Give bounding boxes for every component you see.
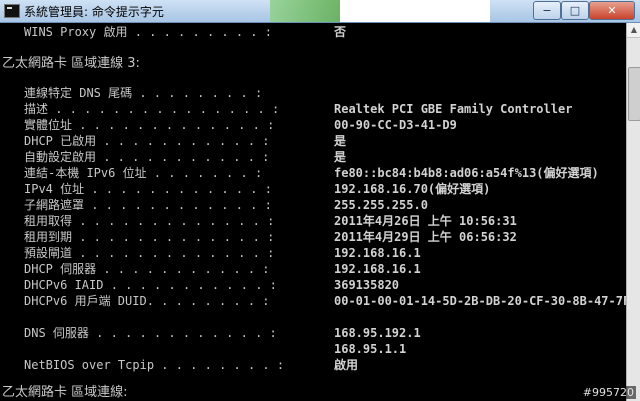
property-label: DHCP 伺服器 . . . . . . . . . . . : [24,262,270,276]
close-button[interactable]: ✕ [589,1,635,20]
console-icon [4,4,20,18]
console-line: 描述 . . . . . . . . . . . . . . . : Realte… [24,101,572,117]
property-label: DHCPv6 IAID . . . . . . . . . . . : [24,278,277,292]
property-value: 是 [334,150,347,164]
property-label: NetBIOS over Tcpip . . . . . . . . : [24,358,285,372]
console-line: DHCPv6 IAID . . . . . . . . . . . : 36913… [24,277,399,293]
property-label: 子網路遮罩 . . . . . . . . . . . . : [24,198,272,212]
console-line: 實體位址 . . . . . . . . . . . . . : 00-90-CC… [24,117,457,133]
console-line: DNS 伺服器 . . . . . . . . . . . . : 168.95.… [24,325,421,341]
property-label: DHCP 已啟用 . . . . . . . . . . . : [24,134,270,148]
property-value: 192.168.16.70(偏好選項) [334,182,491,196]
property-label: 連結-本機 IPv6 位址 . . . . . . . : [24,166,263,180]
command-prompt-window: 系統管理員: 命令提示字元 − □ ✕ WINS Proxy 啟用 . . . … [0,0,640,401]
property-value: 2011年4月29日 上午 06:56:32 [334,230,517,244]
property-label: 連線特定 DNS 尾碼 . . . . . . . . : [24,86,263,100]
property-label: 租用到期 . . . . . . . . . . . . . : [24,230,275,244]
property-value: 255.255.255.0 [334,198,428,212]
property-label: 預設閘道 . . . . . . . . . . . . . : [24,246,275,260]
console-line: NetBIOS over Tcpip . . . . . . . . : 啟用 [24,357,358,373]
console-line: DHCP 已啟用 . . . . . . . . . . . : 是 [24,133,346,149]
console-line: 連結-本機 IPv6 位址 . . . . . . . : fe80::bc84:… [24,165,599,181]
property-value: 192.168.16.1 [334,246,421,260]
property-label: IPv4 位址 . . . . . . . . . . . . : [24,182,272,196]
property-label: 自動設定啟用 . . . . . . . . . . . : [24,150,270,164]
property-value: 是 [334,134,347,148]
minimize-button[interactable]: − [533,1,561,20]
property-value: 168.95.1.1 [334,342,407,356]
console-line: DHCP 伺服器 . . . . . . . . . . . : 192.168.… [24,261,421,277]
console-output[interactable]: WINS Proxy 啟用 . . . . . . . . . : 否乙太網路卡 … [0,23,626,401]
console-line: WINS Proxy 啟用 . . . . . . . . . : 否 [24,24,346,40]
console-line: 連線特定 DNS 尾碼 . . . . . . . . : [24,85,262,101]
property-label: WINS Proxy 啟用 . . . . . . . . . : [24,25,272,39]
property-label: 描述 . . . . . . . . . . . . . . . : [24,102,280,116]
property-label: 實體位址 . . . . . . . . . . . . . : [24,118,275,132]
console-line: 自動設定啟用 . . . . . . . . . . . : 是 [24,149,346,165]
console-line: IPv4 位址 . . . . . . . . . . . . : 192.168… [24,181,490,197]
property-value: 00-01-00-01-14-5D-2B-DB-20-CF-30-8B-47-7… [334,294,626,308]
title-bar[interactable]: 系統管理員: 命令提示字元 − □ ✕ [0,0,640,23]
adapter-header: 乙太網路卡 區域連線 3: [2,56,140,71]
console-line: 租用取得 . . . . . . . . . . . . . : 2011年4月2… [24,213,517,229]
property-value: 2011年4月26日 上午 10:56:31 [334,214,517,228]
adapter-header: 乙太網路卡 區域連線: [2,385,128,400]
property-label: DNS 伺服器 . . . . . . . . . . . . : [24,326,277,340]
property-label: DHCPv6 用戶端 DUID. . . . . . . . : [24,294,270,308]
property-value: 否 [334,25,347,39]
window-title: 系統管理員: 命令提示字元 [24,5,164,19]
console-line: 子網路遮罩 . . . . . . . . . . . . : 255.255.2… [24,197,428,213]
console-line: DHCPv6 用戶端 DUID. . . . . . . . : 00-01-00… [24,293,626,309]
property-label: 租用取得 . . . . . . . . . . . . . : [24,214,275,228]
property-value: Realtek PCI GBE Family Controller [334,102,573,116]
scroll-thumb[interactable] [628,67,640,121]
property-value: 00-90-CC-D3-41-D9 [334,118,457,132]
scroll-up-arrow-icon[interactable]: ▲ [627,23,640,38]
vertical-scrollbar[interactable]: ▲ [626,23,640,401]
property-value: 啟用 [334,358,359,372]
background-wallpaper-fragment-white [340,0,490,22]
console-line: 預設閘道 . . . . . . . . . . . . . : 192.168.… [24,245,421,261]
property-value: 369135820 [334,278,400,292]
property-value: 168.95.192.1 [334,326,421,340]
watermark-text: #995720 [580,386,636,399]
property-value: fe80::bc84:b4b8:ad06:a54f%13(偏好選項) [334,166,599,180]
maximize-button[interactable]: □ [561,1,589,20]
console-line: 租用到期 . . . . . . . . . . . . . : 2011年4月2… [24,229,517,245]
background-wallpaper-fragment [270,0,340,22]
property-value: 192.168.16.1 [334,262,421,276]
